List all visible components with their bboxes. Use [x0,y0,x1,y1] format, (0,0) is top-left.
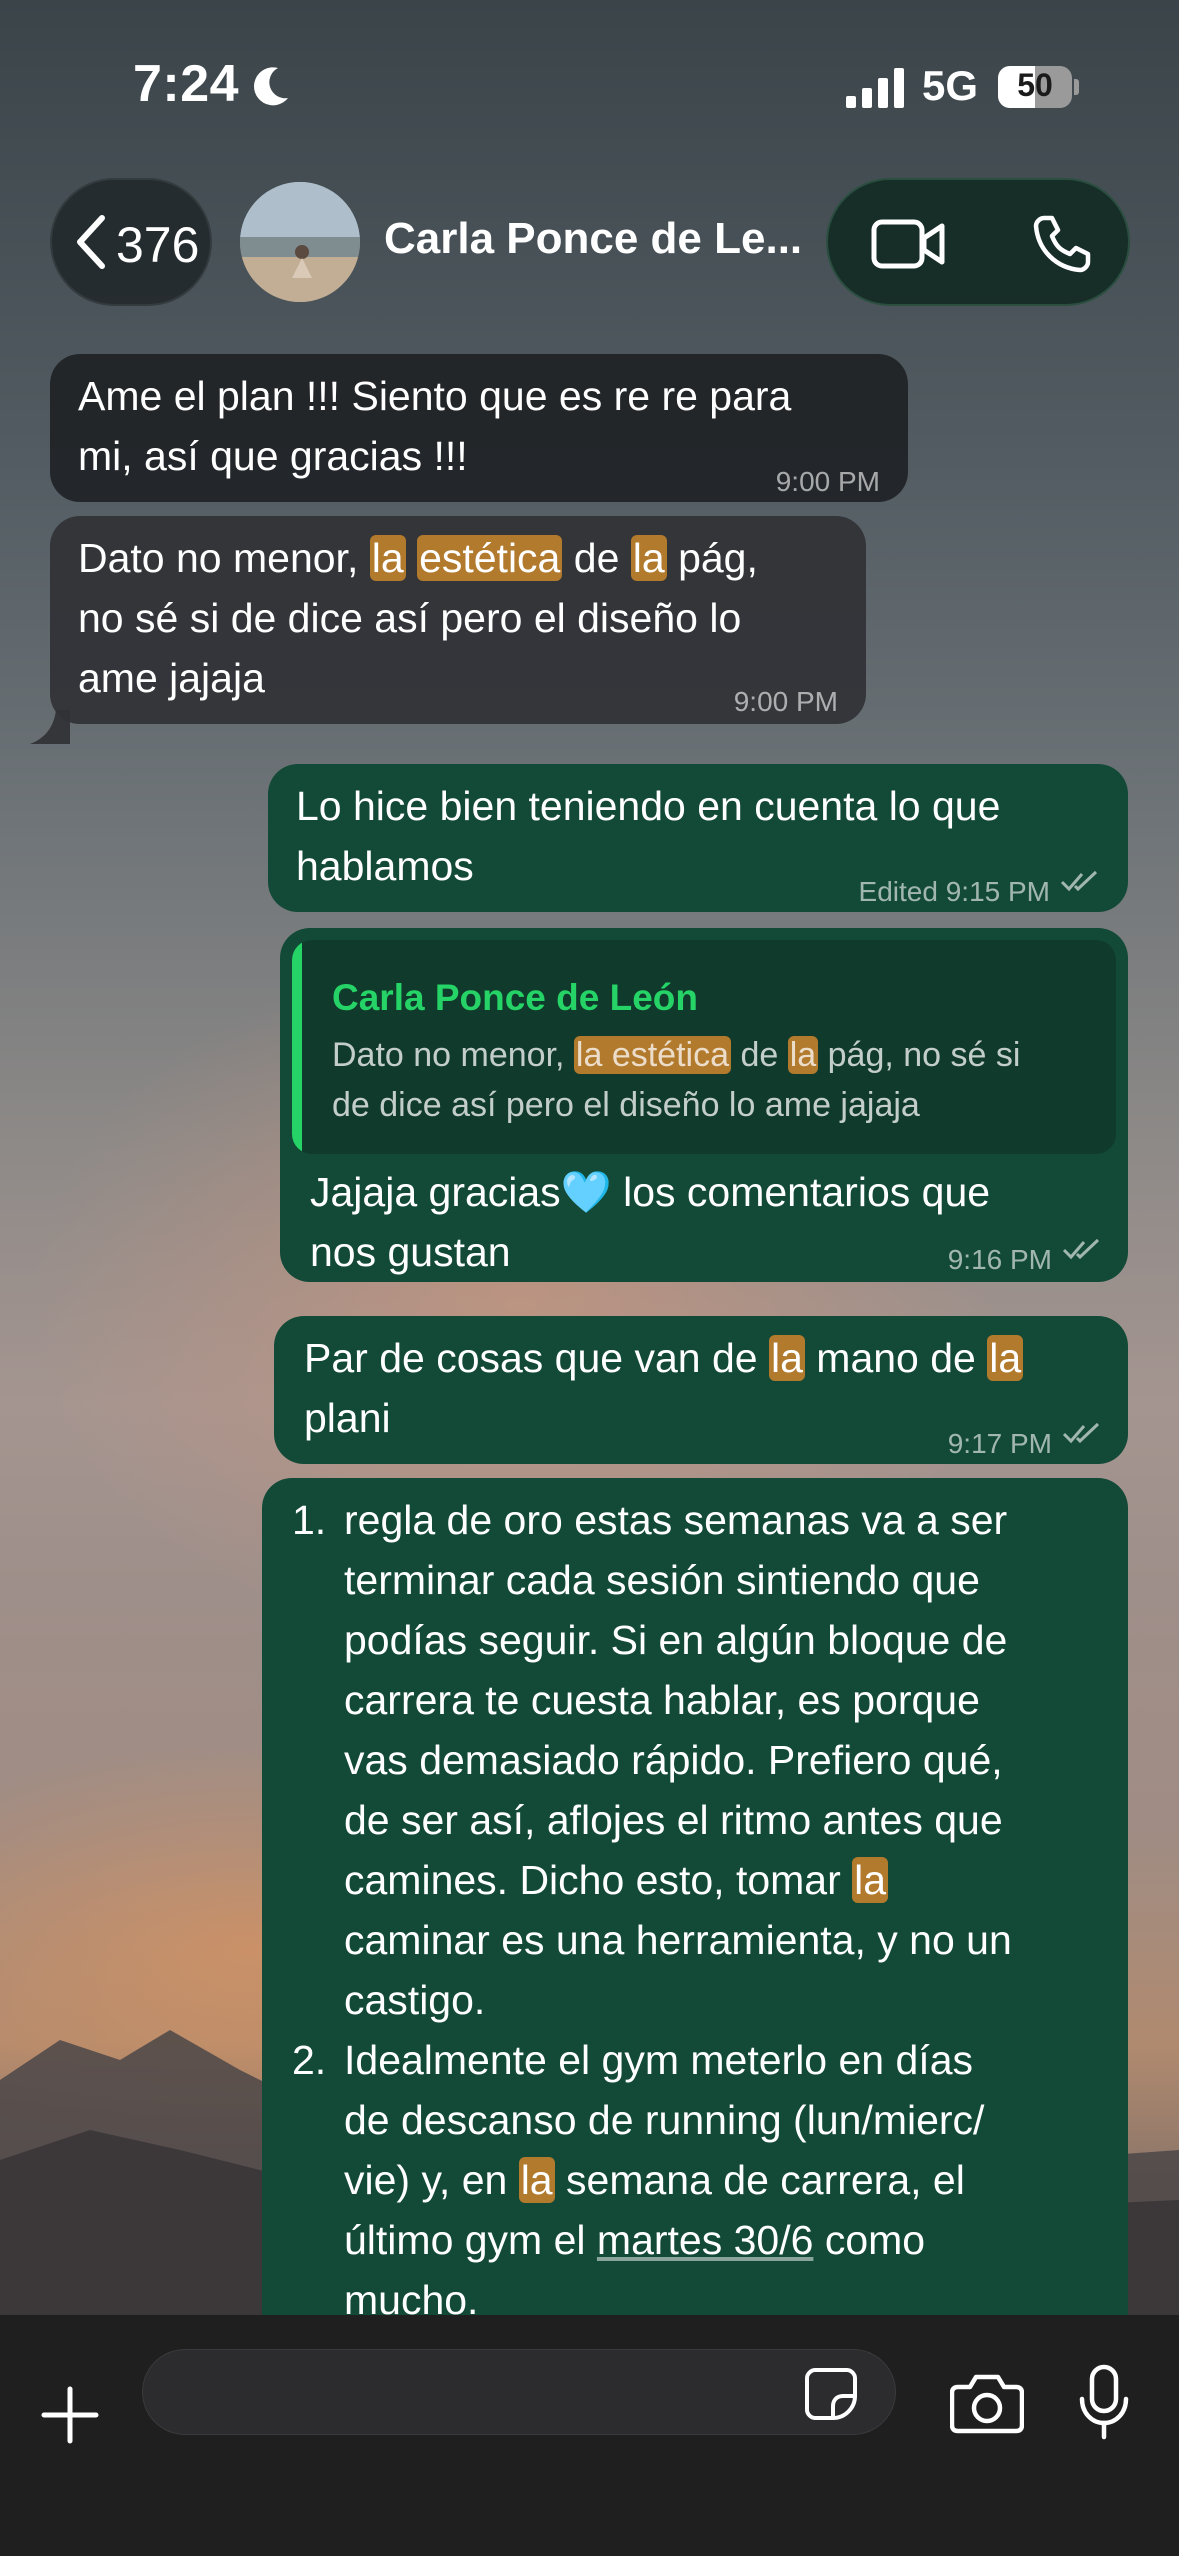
status-bar: 7:24 5G 50 [0,0,1179,170]
date-link[interactable]: martes 30/6 [597,2217,814,2263]
message-incoming[interactable]: Ame el plan !!! Siento que es re re para… [50,354,908,502]
message-input[interactable] [142,2349,896,2435]
double-check-icon [1060,870,1098,892]
quote-accent-bar [292,940,302,1154]
list-item: 2. Idealmente el gym meterlo en días de … [292,2030,1012,2315]
message-line: plani [304,1395,391,1441]
message-line: mucho. [344,2277,479,2315]
message-line: Lo hice bien teniendo en cuenta lo que [296,783,1001,829]
unread-count: 376 [116,217,200,273]
message-line: Jajaja gracias🩵 los comentarios que [310,1169,991,1215]
message-line: vas demasiado rápido. Prefiero qué, [344,1737,1003,1783]
message-outgoing-reply[interactable]: Carla Ponce de León Dato no menor, la es… [280,928,1128,1282]
message-line: caminar es una herramienta, y no un [344,1917,1012,1963]
message-time: 9:00 PM [733,686,838,717]
search-highlight: la [518,2157,555,2203]
message-line: podías seguir. Si en algún bloque de [344,1617,1008,1663]
message-time: 9:00 PM [775,466,880,497]
message-incoming[interactable]: Dato no menor, la estética de la pág, no… [50,516,866,724]
message-line: Dato no menor, la estética de la pág, [78,535,758,581]
moon-icon [254,67,288,106]
message-composer [0,2315,1179,2556]
message-line: nos gustan [310,1229,511,1275]
search-highlight: estética [417,535,563,581]
search-highlight: la [630,535,667,581]
message-line: camines. Dicho esto, tomar la [344,1857,889,1903]
message-line: último gym el martes 30/6 como [344,2217,926,2263]
bubble-tail [30,710,70,744]
search-highlight: la [369,535,406,581]
battery-level: 50 [1017,67,1053,103]
clock: 7:24 [133,55,240,113]
search-highlight: la [787,1036,819,1074]
message-outgoing-list[interactable]: 1. regla de oro estas semanas va a ser t… [262,1478,1128,2315]
cellular-signal-icon [846,68,904,108]
call-actions [826,178,1130,306]
quote-author: Carla Ponce de León [332,977,698,1018]
search-highlight: la [768,1335,805,1381]
double-check-icon [1062,1238,1100,1260]
message-time: Edited 9:15 PM [858,876,1050,907]
message-list[interactable]: Ame el plan !!! Siento que es re re para… [0,340,1179,2315]
message-line: no sé si de dice así pero el diseño lo [78,595,742,641]
list-number: 2. [292,2037,327,2083]
search-highlight: la [987,1335,1024,1381]
numbered-list: 1. regla de oro estas semanas va a ser t… [292,1490,1012,2315]
message-line: terminar cada sesión sintiendo que [344,1557,980,1603]
quote-line: Dato no menor, la estética de la pág, no… [332,1036,1021,1074]
list-number: 1. [292,1497,327,1543]
message-line: ame jajaja [78,655,265,701]
message-line: Idealmente el gym meterlo en días [344,2037,973,2083]
search-highlight: la [852,1857,889,1903]
camera-icon[interactable] [950,2371,1024,2435]
message-line: mi, así que gracias !!! [78,433,468,479]
message-outgoing[interactable]: Par de cosas que van de la mano de la pl… [274,1316,1128,1464]
quoted-message[interactable]: Carla Ponce de León Dato no menor, la es… [292,940,1116,1154]
message-time: 9:16 PM [947,1244,1052,1275]
microphone-icon[interactable] [1076,2363,1132,2443]
message-time: 9:17 PM [947,1428,1052,1459]
list-item: 1. regla de oro estas semanas va a ser t… [292,1490,1012,2030]
message-line: Ame el plan !!! Siento que es re re para [78,373,792,419]
message-line: de descanso de running (lun/mierc/ [344,2097,985,2143]
search-highlight: la estética [573,1036,732,1074]
contact-name[interactable]: Carla Ponce de Le... [384,214,802,264]
phone-icon[interactable] [1030,212,1092,274]
network-type: 5G [922,62,979,109]
message-line: castigo. [344,1977,486,2023]
chat-header: 376 Carla Ponce de Le... [0,150,1179,340]
quote-line: de dice así pero el diseño lo ame jajaja [332,1086,920,1124]
double-check-icon [1062,1422,1100,1444]
battery-indicator: 50 [998,66,1079,108]
message-line: regla de oro estas semanas va a ser [344,1497,1008,1543]
plus-icon[interactable] [40,2385,100,2445]
message-line: de ser así, aflojes el ritmo antes que [344,1797,1003,1843]
contact-avatar[interactable] [240,182,360,302]
sticker-icon[interactable] [803,2366,859,2422]
message-outgoing[interactable]: Lo hice bien teniendo en cuenta lo que h… [268,764,1128,912]
back-button[interactable]: 376 [50,178,212,306]
chevron-left-icon [77,215,105,269]
message-line: carrera te cuesta hablar, es porque [344,1677,980,1723]
message-line: Par de cosas que van de la mano de la [304,1335,1024,1381]
video-call-icon[interactable] [870,216,948,272]
message-line: vie) y, en la semana de carrera, el [344,2157,965,2203]
